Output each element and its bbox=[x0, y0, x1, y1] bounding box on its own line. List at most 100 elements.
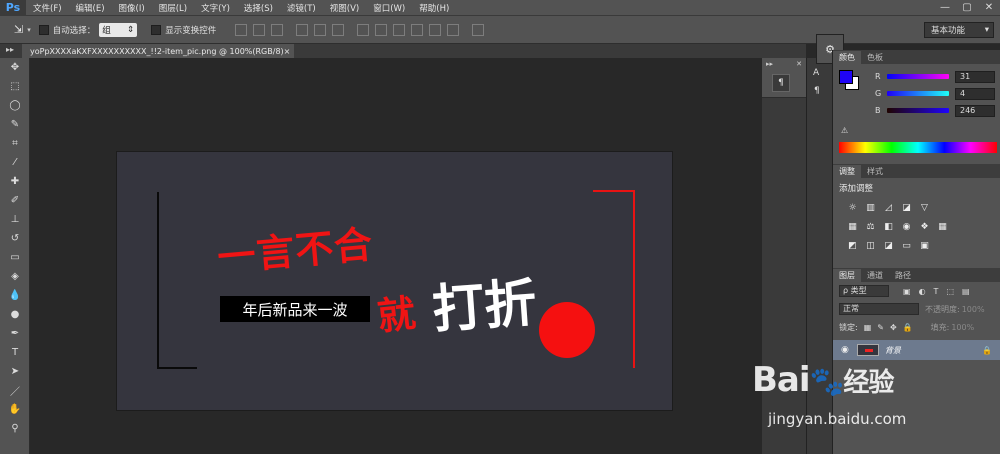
foreground-color-swatch[interactable] bbox=[839, 70, 853, 84]
quick-select-tool-icon[interactable]: ✎ bbox=[0, 115, 30, 134]
opacity-value[interactable]: 100% bbox=[962, 305, 985, 314]
black-white-icon[interactable]: ◧ bbox=[883, 221, 894, 232]
color-lookup-icon[interactable]: ▦ bbox=[937, 221, 948, 232]
menu-view[interactable]: 视图(V) bbox=[323, 2, 366, 14]
gradient-map-icon[interactable]: ▭ bbox=[901, 240, 912, 251]
tab-paths[interactable]: 路径 bbox=[889, 269, 917, 282]
color-spectrum-bar[interactable] bbox=[839, 142, 997, 153]
selective-color-icon[interactable]: ▣ bbox=[919, 240, 930, 251]
auto-select-checkbox[interactable] bbox=[38, 24, 49, 35]
type-tool-icon[interactable]: T bbox=[0, 343, 30, 362]
eyedropper-tool-icon[interactable]: ⁄ bbox=[0, 153, 30, 172]
distribute-left-icon[interactable] bbox=[411, 23, 424, 36]
distribute-bottom-icon[interactable] bbox=[393, 23, 406, 36]
lasso-tool-icon[interactable]: ◯ bbox=[0, 96, 30, 115]
show-transform-checkbox[interactable] bbox=[151, 24, 162, 35]
menu-select[interactable]: 选择(S) bbox=[237, 2, 280, 14]
menu-edit[interactable]: 编辑(E) bbox=[69, 2, 112, 14]
green-slider[interactable] bbox=[887, 91, 949, 96]
posterize-icon[interactable]: ◫ bbox=[865, 240, 876, 251]
levels-icon[interactable]: ▥ bbox=[865, 202, 876, 213]
threshold-icon[interactable]: ◪ bbox=[883, 240, 894, 251]
align-right-icon[interactable] bbox=[332, 23, 345, 36]
tool-preset-chevron-icon[interactable]: ▾ bbox=[27, 26, 31, 34]
document-tab[interactable]: yoPpXXXXaKXFXXXXXXXXXX_!!2-item_pic.png … bbox=[22, 44, 294, 58]
tab-channels[interactable]: 通道 bbox=[861, 269, 889, 282]
shape-tool-icon[interactable]: ／ bbox=[0, 381, 30, 400]
auto-align-icon[interactable] bbox=[472, 23, 485, 36]
panel-collapse-icon[interactable]: ▸▸ bbox=[766, 60, 773, 68]
blue-slider[interactable] bbox=[887, 108, 949, 113]
clone-stamp-tool-icon[interactable]: ⊥ bbox=[0, 210, 30, 229]
distribute-top-icon[interactable] bbox=[357, 23, 370, 36]
tab-styles[interactable]: 样式 bbox=[861, 165, 889, 178]
align-vcenter-icon[interactable] bbox=[253, 23, 266, 36]
align-bottom-icon[interactable] bbox=[271, 23, 284, 36]
tab-swatches[interactable]: 色板 bbox=[861, 51, 889, 64]
invert-icon[interactable]: ◩ bbox=[847, 240, 858, 251]
panel-close-icon[interactable]: ✕ bbox=[796, 60, 802, 68]
channel-mixer-icon[interactable]: ❖ bbox=[919, 221, 930, 232]
lock-all-icon[interactable]: 🔒 bbox=[903, 323, 913, 332]
menu-filter[interactable]: 滤镜(T) bbox=[280, 2, 323, 14]
menu-help[interactable]: 帮助(H) bbox=[412, 2, 456, 14]
healing-brush-tool-icon[interactable]: ✚ bbox=[0, 172, 30, 191]
menu-layer[interactable]: 图层(L) bbox=[152, 2, 194, 14]
zoom-tool-icon[interactable]: ⚲ bbox=[0, 419, 30, 438]
red-value[interactable]: 31 bbox=[955, 70, 995, 83]
canvas-area[interactable]: 一言不合 年后新品来一波 就 打折 bbox=[30, 58, 762, 454]
curves-icon[interactable]: ◿ bbox=[883, 202, 894, 213]
filter-pixel-icon[interactable]: ▣ bbox=[903, 287, 911, 296]
align-left-icon[interactable] bbox=[296, 23, 309, 36]
filter-adjust-icon[interactable]: ◐ bbox=[919, 287, 926, 296]
character-panel-icon[interactable]: A bbox=[813, 68, 819, 78]
eye-icon[interactable]: ◉ bbox=[841, 345, 849, 355]
fill-value[interactable]: 100% bbox=[951, 323, 974, 332]
paint-bucket-tool-icon[interactable]: ◈ bbox=[0, 267, 30, 286]
lock-pixels-icon[interactable]: ✎ bbox=[877, 323, 884, 332]
minimize-button[interactable]: — bbox=[934, 2, 956, 13]
distribute-hcenter-icon[interactable] bbox=[429, 23, 442, 36]
eraser-tool-icon[interactable]: ▭ bbox=[0, 248, 30, 267]
brightness-icon[interactable]: ☼ bbox=[847, 202, 858, 213]
green-value[interactable]: 4 bbox=[955, 87, 995, 100]
exposure-icon[interactable]: ◪ bbox=[901, 202, 912, 213]
photo-filter-icon[interactable]: ◉ bbox=[901, 221, 912, 232]
menu-window[interactable]: 窗口(W) bbox=[366, 2, 412, 14]
marquee-tool-icon[interactable]: ⬚ bbox=[0, 77, 30, 96]
vibrance-icon[interactable]: ▽ bbox=[919, 202, 930, 213]
distribute-vcenter-icon[interactable] bbox=[375, 23, 388, 36]
crop-tool-icon[interactable]: ⌗ bbox=[0, 134, 30, 153]
pen-tool-icon[interactable]: ✒ bbox=[0, 324, 30, 343]
move-tool-icon[interactable]: ✥ bbox=[0, 58, 30, 77]
layer-kind-filter[interactable]: ρ 类型 bbox=[839, 285, 889, 297]
auto-select-dropdown[interactable]: 组 ⇕ bbox=[99, 22, 138, 37]
maximize-button[interactable]: ▢ bbox=[956, 2, 978, 13]
dodge-tool-icon[interactable]: ● bbox=[0, 305, 30, 324]
align-top-icon[interactable] bbox=[235, 23, 248, 36]
document-canvas[interactable]: 一言不合 年后新品来一波 就 打折 bbox=[117, 152, 672, 410]
move-tool-icon[interactable]: ⇲ bbox=[14, 23, 23, 36]
menu-file[interactable]: 文件(F) bbox=[26, 2, 69, 14]
lock-position-icon[interactable]: ✥ bbox=[890, 323, 897, 332]
tab-layers[interactable]: 图层 bbox=[833, 269, 861, 282]
paragraph-panel-icon[interactable]: ¶ bbox=[814, 86, 820, 96]
path-select-tool-icon[interactable]: ➤ bbox=[0, 362, 30, 381]
blur-tool-icon[interactable]: 💧 bbox=[0, 286, 30, 305]
align-hcenter-icon[interactable] bbox=[314, 23, 327, 36]
color-balance-icon[interactable]: ⚖ bbox=[865, 221, 876, 232]
brush-tool-icon[interactable]: ✐ bbox=[0, 191, 30, 210]
blue-value[interactable]: 246 bbox=[955, 104, 995, 117]
tab-color[interactable]: 颜色 bbox=[833, 51, 861, 64]
history-brush-tool-icon[interactable]: ↺ bbox=[0, 229, 30, 248]
red-slider[interactable] bbox=[887, 74, 949, 79]
paragraph-icon[interactable]: ¶ bbox=[772, 74, 790, 92]
hue-saturation-icon[interactable]: ▦ bbox=[847, 221, 858, 232]
filter-smart-icon[interactable]: ▤ bbox=[962, 287, 970, 296]
tab-adjustments[interactable]: 调整 bbox=[833, 165, 861, 178]
lock-transparent-icon[interactable]: ▦ bbox=[864, 323, 872, 332]
blend-mode-dropdown[interactable]: 正常 bbox=[839, 303, 919, 315]
close-tab-icon[interactable]: × bbox=[284, 47, 291, 56]
distribute-right-icon[interactable] bbox=[447, 23, 460, 36]
filter-shape-icon[interactable]: ⬚ bbox=[946, 287, 954, 296]
